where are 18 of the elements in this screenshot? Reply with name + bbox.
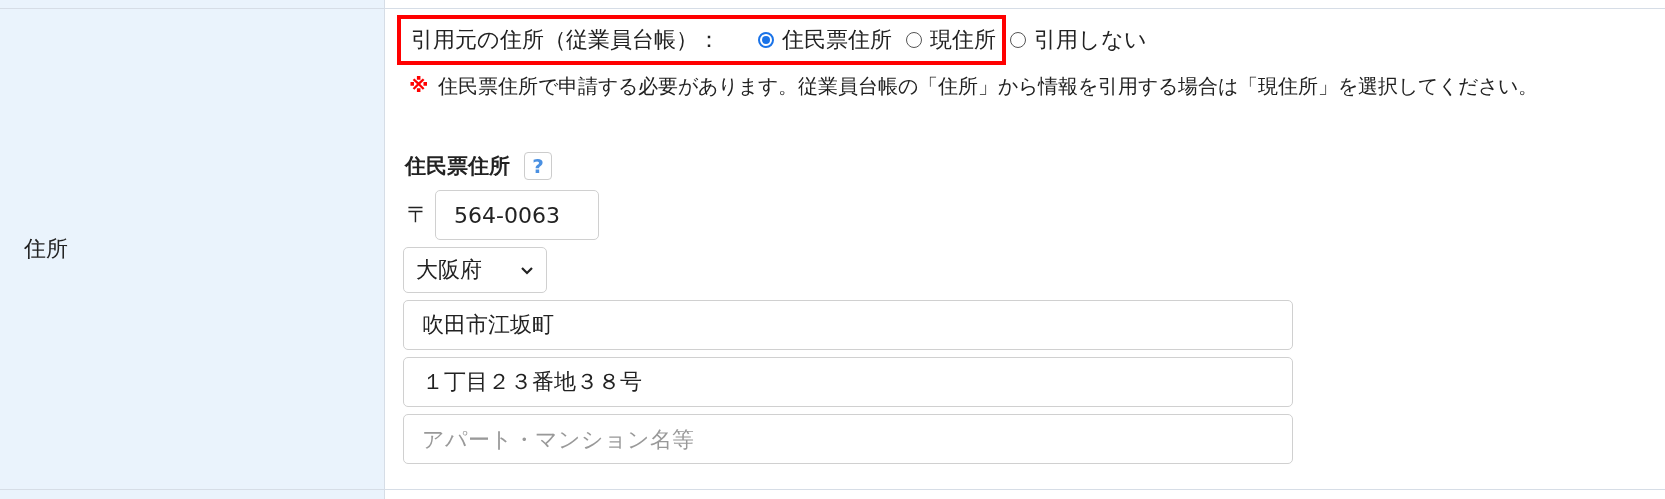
radio-button[interactable] [1010,32,1026,48]
radio-label[interactable]: 住民票住所 [782,25,892,55]
section-title: 住民票住所 [405,153,510,180]
prefecture-select[interactable]: 大阪府 [403,247,547,293]
address-field[interactable]: 吹田市江坂町 [403,300,1293,350]
postal-mark: 〒 [407,201,429,229]
chevron-down-icon [520,265,534,275]
radio-button[interactable] [758,32,774,48]
radio-label[interactable]: 引用しない [1034,25,1147,55]
postal-code-field[interactable]: 564-0063 [435,190,599,240]
radio-label[interactable]: 現住所 [930,25,996,55]
address-field[interactable]: １丁目２３番地３８号 [403,357,1293,407]
field-label: 住所 [24,235,68,263]
note-text: 住民票住所で申請する必要があります。従業員台帳の「住所」から情報を引用する場合は「現住所」を選択してください。 [438,73,1539,100]
radio-button[interactable] [906,32,922,48]
selector-label: 引用元の住所（従業員台帳）： [411,26,720,54]
note-mark: ※ [409,73,429,99]
address-field[interactable]: アパート・マンション名等 [403,414,1293,464]
